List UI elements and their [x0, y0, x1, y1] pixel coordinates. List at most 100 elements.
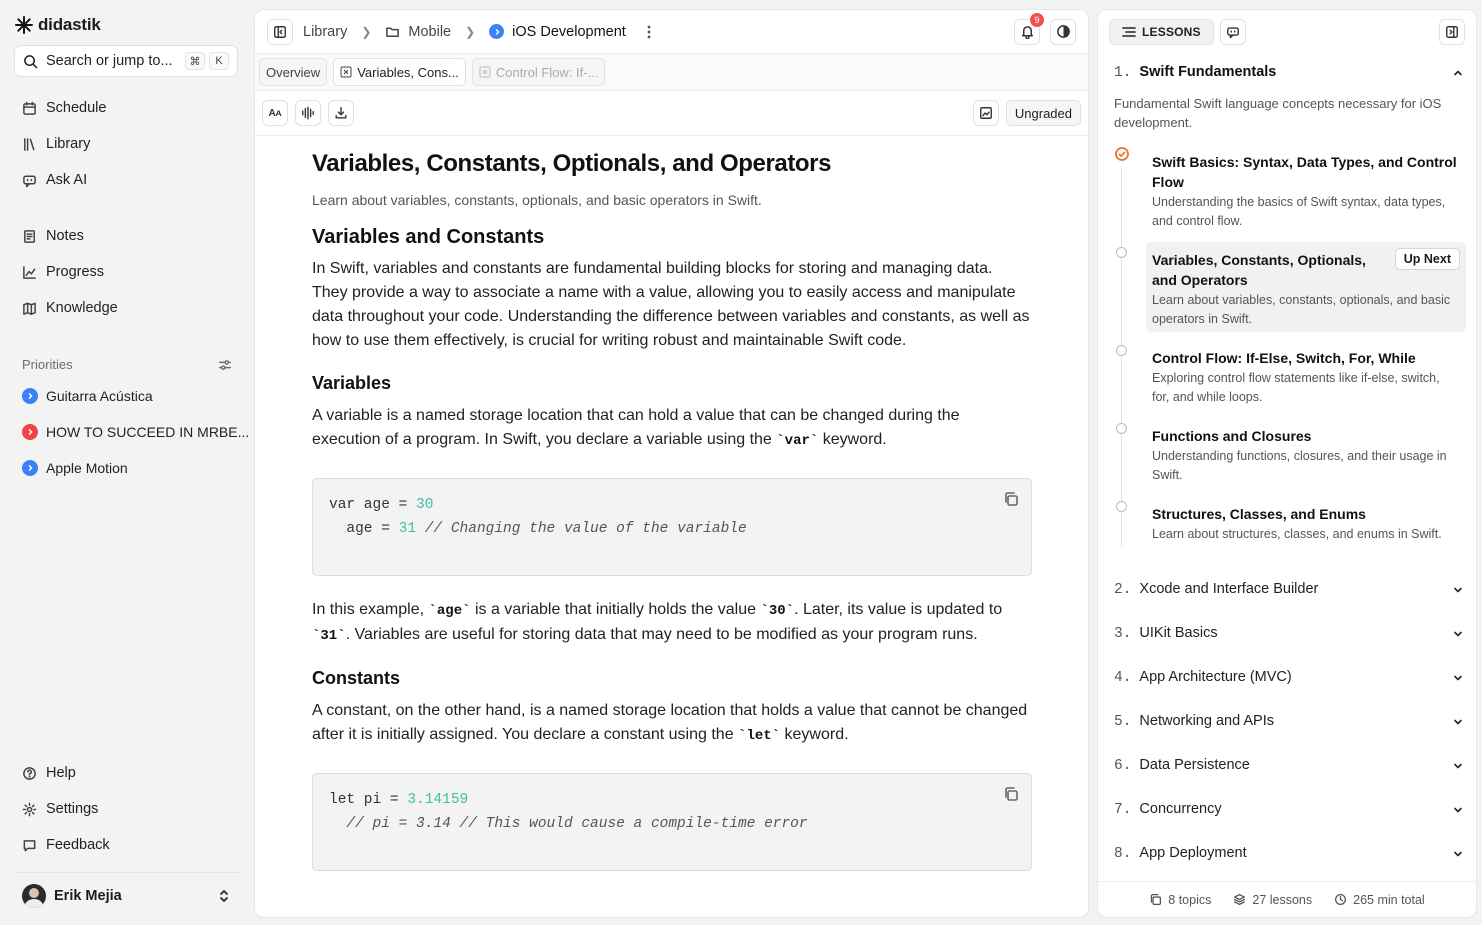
- lessons-tab-label: LESSONS: [1142, 25, 1201, 39]
- priority-item[interactable]: HOW TO SUCCEED IN MRBE...: [22, 424, 249, 440]
- code-text: let pi =: [329, 792, 408, 808]
- topic-item-5[interactable]: 5. Networking and APIs: [1114, 713, 1464, 730]
- topic-title: Concurrency: [1139, 801, 1222, 817]
- close-tab-icon[interactable]: [479, 66, 491, 78]
- chevron-right-icon: [28, 393, 33, 399]
- priorities-header: Priorities: [22, 357, 232, 372]
- nav-help[interactable]: Help: [22, 765, 76, 781]
- nav-ask-ai[interactable]: Ask AI: [22, 172, 87, 188]
- lesson-desc: Learn about variables, constants, option…: [1152, 293, 1451, 326]
- total-time: 265 min total: [1334, 893, 1425, 907]
- breadcrumb-library[interactable]: Library: [303, 24, 347, 40]
- lesson-title: Variables, Constants, Optionals, and Ope…: [312, 150, 832, 177]
- theme-toggle-button[interactable]: [1050, 18, 1076, 45]
- priority-label: Guitarra Acústica: [46, 388, 153, 404]
- nav-settings[interactable]: Settings: [22, 801, 98, 817]
- copy-icon[interactable]: [1003, 491, 1019, 507]
- audio-button[interactable]: [295, 100, 321, 126]
- avatar: [22, 883, 46, 908]
- nav-progress[interactable]: Progress: [22, 264, 104, 280]
- font-size-button[interactable]: Aᴀ: [262, 100, 288, 126]
- topic-item-7[interactable]: 7. Concurrency: [1114, 801, 1464, 818]
- lesson-item[interactable]: Structures, Classes, and Enums Learn abo…: [1146, 496, 1466, 552]
- nav-knowledge[interactable]: Knowledge: [22, 300, 118, 316]
- sliders-icon[interactable]: [218, 358, 232, 372]
- nav-notes[interactable]: Notes: [22, 228, 84, 244]
- lesson-desc: Exploring control flow statements like i…: [1152, 371, 1440, 404]
- priority-item[interactable]: Guitarra Acústica: [22, 388, 153, 404]
- clock-icon: [1335, 893, 1347, 906]
- tab-variables[interactable]: Variables, Cons...: [333, 58, 466, 86]
- lesson-desc: Learn about structures, classes, and enu…: [1152, 527, 1442, 541]
- tab-overview[interactable]: Overview: [259, 58, 328, 86]
- topic-item-3[interactable]: 3. UIKit Basics: [1114, 625, 1464, 642]
- lesson-status-dot: [1116, 423, 1127, 434]
- lesson-title: Structures, Classes, and Enums: [1152, 506, 1366, 522]
- grade-button[interactable]: [972, 100, 999, 126]
- total-time-text: 265 min total: [1353, 892, 1425, 907]
- more-vertical-icon[interactable]: [642, 24, 656, 40]
- copy-icon[interactable]: [1003, 786, 1019, 802]
- paragraph: A constant, on the other hand, is a name…: [312, 699, 1032, 748]
- toggle-sidebar-button[interactable]: [267, 18, 293, 45]
- tab-control-flow[interactable]: Control Flow: If-...: [471, 58, 606, 86]
- topic-number: 1.: [1114, 65, 1132, 81]
- nav-library[interactable]: Library: [22, 136, 90, 152]
- close-tab-icon[interactable]: [340, 66, 352, 78]
- lesson-item-current[interactable]: Variables, Constants, Optionals, and Ope…: [1146, 242, 1466, 332]
- topic-item-8[interactable]: 8. App Deployment: [1114, 845, 1464, 862]
- nav-schedule[interactable]: Schedule: [22, 100, 106, 116]
- inline-code: `var`: [776, 433, 819, 449]
- topic-title: App Deployment: [1139, 845, 1247, 861]
- search-placeholder: Search or jump to...: [46, 53, 173, 69]
- nav-help-label: Help: [46, 765, 76, 781]
- inline-code: `30`: [760, 603, 795, 619]
- notifications-button[interactable]: 9: [1014, 12, 1044, 45]
- chevron-down-icon: [1454, 763, 1462, 768]
- topic-number: 8.: [1114, 846, 1132, 862]
- sidebar-left-icon: [274, 25, 286, 38]
- font-size-icon: Aᴀ: [268, 107, 282, 119]
- text: In this example,: [312, 601, 429, 618]
- grade-status[interactable]: Ungraded: [1005, 100, 1081, 126]
- topic-number: 6.: [1114, 758, 1132, 774]
- paragraph: A variable is a named storage location t…: [312, 404, 1032, 453]
- text: . Variables are useful for storing data …: [345, 626, 978, 643]
- nav-feedback-label: Feedback: [46, 837, 110, 853]
- code-text: age =: [329, 521, 399, 537]
- chevron-right-icon: ❯: [465, 24, 476, 39]
- download-icon: [335, 107, 347, 119]
- topic-item-2[interactable]: 2. Xcode and Interface Builder: [1114, 581, 1464, 598]
- lesson-status-dot: [1116, 501, 1127, 512]
- user-menu[interactable]: Erik Mejia: [14, 872, 238, 918]
- ai-chat-button[interactable]: [1219, 19, 1246, 45]
- lessons-tab[interactable]: LESSONS: [1109, 19, 1214, 45]
- code-line: age = 31 // Changing the value of the va…: [329, 517, 1015, 541]
- lesson-item[interactable]: Functions and Closures Understanding fun…: [1146, 418, 1466, 493]
- breadcrumb-mobile[interactable]: Mobile: [408, 24, 451, 40]
- lesson-item[interactable]: Swift Basics: Syntax, Data Types, and Co…: [1146, 144, 1466, 239]
- search-icon: [24, 54, 38, 68]
- copy-stack-icon: [1151, 893, 1162, 906]
- code-comment: // pi = 3.14 // This would cause a compi…: [329, 816, 808, 832]
- topic-item-4[interactable]: 4. App Architecture (MVC): [1114, 669, 1464, 686]
- lesson-item[interactable]: Control Flow: If-Else, Switch, For, Whil…: [1146, 340, 1466, 415]
- lesson-title: Swift Basics: Syntax, Data Types, and Co…: [1152, 154, 1457, 190]
- breadcrumb-current[interactable]: iOS Development: [512, 24, 626, 40]
- collapse-panel-button[interactable]: [1439, 19, 1465, 45]
- lesson-subtitle: Learn about variables, constants, option…: [312, 192, 762, 208]
- completed-check-icon: [1115, 147, 1129, 161]
- topic-title: Xcode and Interface Builder: [1139, 581, 1319, 597]
- nav-feedback[interactable]: Feedback: [22, 837, 110, 853]
- grade-icon: [979, 107, 992, 119]
- topic-item-6[interactable]: 6. Data Persistence: [1114, 757, 1464, 774]
- lesson-title: Control Flow: If-Else, Switch, For, Whil…: [1152, 350, 1416, 366]
- search-input[interactable]: Search or jump to... ⌘ K: [14, 45, 238, 77]
- download-button[interactable]: [328, 100, 354, 126]
- text: keyword.: [780, 726, 849, 743]
- topic-item-1[interactable]: 1. Swift Fundamentals: [1114, 64, 1464, 81]
- library-icon: [24, 137, 35, 151]
- app-logo[interactable]: didastik: [14, 15, 101, 35]
- priority-item[interactable]: Apple Motion: [22, 460, 128, 476]
- chevron-right-icon: ❯: [361, 24, 372, 39]
